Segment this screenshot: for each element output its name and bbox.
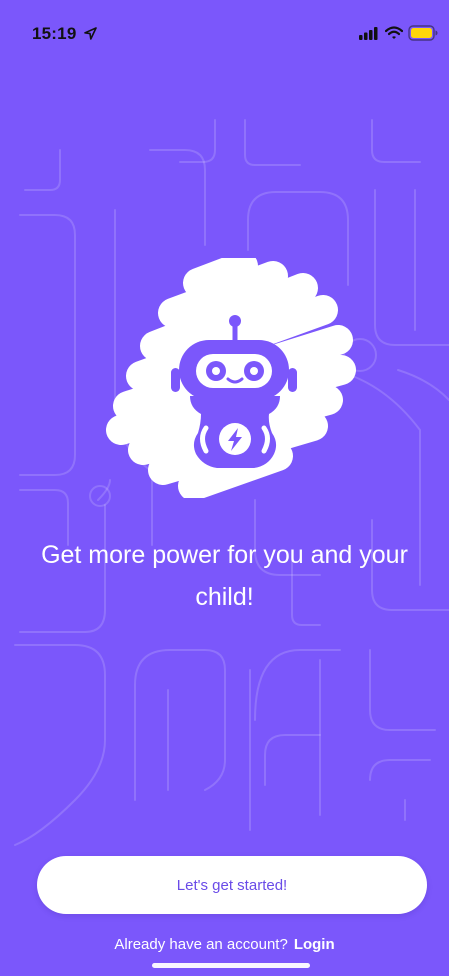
headline: Get more power for you and your child! <box>41 541 408 611</box>
home-indicator[interactable] <box>152 963 310 968</box>
wifi-icon <box>385 26 403 39</box>
robot-illustration <box>106 258 356 498</box>
battery-icon <box>408 25 438 41</box>
status-time: 15:19 <box>32 24 77 43</box>
get-started-button[interactable]: Let's get started! <box>37 856 427 914</box>
onboarding-screen: 15:19 Get more power for you and your ch… <box>0 0 449 976</box>
login-row: Already have an account? Login <box>0 936 449 953</box>
location-arrow-icon <box>84 27 97 40</box>
status-bar: 15:19 <box>0 0 449 44</box>
login-prompt: Already have an account? <box>114 936 288 953</box>
signal-icon <box>359 27 378 40</box>
login-link[interactable]: Login <box>294 936 335 953</box>
